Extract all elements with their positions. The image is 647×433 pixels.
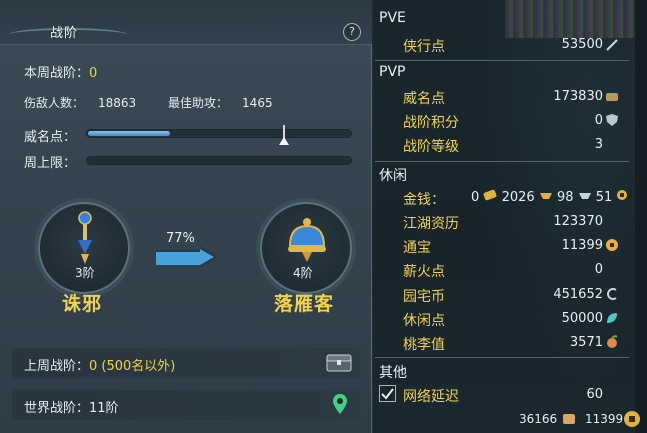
prestige-marker-icon [279, 125, 289, 145]
enemies-value: 18863 [98, 96, 137, 110]
money-values: 0 2026 98 51 [471, 189, 628, 205]
world-rank-label: 世界战阶： [24, 401, 90, 416]
gold-ingot-icon [483, 189, 497, 201]
stat-value-garden-coin: 451652 [553, 287, 603, 302]
stat-value-taoli: 3571 [569, 335, 603, 350]
panel-title: 战阶 [50, 26, 79, 41]
stats-panel: PVE 侠行点 53500 PVP 威名点 173830 战阶积分 0 战阶等级… [373, 0, 635, 433]
helmet-gem-icon [288, 218, 326, 262]
weekly-cap-label: 周上限： [24, 156, 77, 171]
enemies-stat: 伤敌人数： 18863 [24, 96, 150, 110]
sword-icon [606, 39, 618, 51]
left-emblem-level: 3阶 [75, 266, 95, 280]
stat-value-rank-level: 3 [594, 137, 603, 152]
money-copper2: 51 [595, 190, 613, 205]
stat-label-taoli: 桃李值 [403, 337, 445, 353]
weekly-rank-row: 本周战阶：0 [24, 62, 97, 81]
location-pin-icon[interactable] [332, 393, 348, 415]
stat-value-leisure-points: 50000 [561, 311, 603, 326]
shield-icon [606, 114, 618, 126]
sword-gem-icon [78, 211, 92, 264]
divider [375, 60, 629, 61]
stat-label-tongbao: 通宝 [403, 240, 431, 256]
assist-label: 最佳助攻： [168, 96, 229, 110]
assist-stat: 最佳助攻： 1465 [168, 96, 287, 110]
right-emblem-name: 落雁客 [274, 293, 335, 315]
panel-header: 战阶 ? [0, 0, 372, 45]
stat-label-leisure-points: 休闲点 [403, 313, 445, 329]
gold-boat-icon [539, 193, 552, 199]
scroll-icon [563, 414, 575, 424]
pvp-section-title: PVP [379, 64, 406, 80]
stat-label-rank-level: 战阶等级 [403, 139, 459, 155]
world-rank-row: 世界战阶：11阶 [24, 397, 119, 416]
enemies-label: 伤敌人数： [24, 96, 85, 110]
left-emblem-name: 诛邪 [62, 293, 103, 315]
rank-panel: 战阶 ? 本周战阶：0 伤敌人数： 18863 最佳助攻： 1465 威名点： 周上… [0, 0, 372, 433]
money-silver: 2026 [501, 190, 535, 205]
weekly-rank-value: 0 [89, 66, 98, 81]
last-week-value: 0 (500名以外) [89, 359, 176, 374]
stat-label-xinhuo: 薪火点 [403, 264, 445, 280]
prestige-bar [86, 129, 352, 138]
stat-value-rank-points: 0 [594, 113, 603, 128]
help-button[interactable]: ? [343, 23, 361, 41]
other-section-title: 其他 [379, 365, 407, 381]
latency-label: 网络延迟 [403, 389, 459, 405]
last-week-rank-row: 上周战阶：0 (500名以外) [24, 355, 175, 374]
money-copper1: 98 [556, 190, 574, 205]
assist-value: 1465 [242, 96, 273, 110]
checkmark-icon [381, 388, 394, 400]
latency-value: 60 [586, 387, 603, 402]
chest-icon[interactable] [326, 354, 352, 372]
footer-right-value: 11399 [585, 412, 624, 426]
latency-checkbox[interactable] [379, 385, 396, 402]
stat-value-xinhuo: 0 [594, 262, 603, 277]
divider [375, 357, 629, 358]
stat-label-rank-points: 战阶积分 [403, 115, 459, 131]
divider [375, 161, 629, 162]
weekly-rank-label: 本周战阶： [24, 66, 90, 81]
stat-value-xiaxing: 53500 [561, 37, 603, 52]
stat-label-xiaxing: 侠行点 [403, 39, 445, 55]
prestige-label: 威名点： [24, 130, 77, 145]
garden-coin-icon [607, 288, 617, 300]
combat-stats-row: 伤敌人数： 18863 最佳助攻： 1465 [24, 94, 301, 111]
tongbao-coin-icon [606, 239, 618, 251]
leisure-section-title: 休闲 [379, 168, 407, 184]
footer-coin-icon [624, 411, 640, 427]
silver-boat-icon [578, 193, 591, 199]
stat-label-prestige: 威名点 [403, 91, 445, 107]
scroll-track[interactable] [635, 0, 647, 433]
peach-icon [607, 335, 618, 348]
world-rank-value: 11阶 [89, 401, 119, 416]
upgrade-arrow-icon [156, 246, 218, 268]
stat-label-jianghu: 江湖资历 [403, 216, 459, 232]
prestige-token-icon [606, 93, 618, 101]
stat-value-jianghu: 123370 [553, 214, 603, 229]
footer-currency-row: 36166 11399 [373, 405, 647, 433]
stat-label-garden-coin: 园宅币 [403, 289, 445, 305]
footer-left-value: 36166 [519, 412, 558, 426]
leaf-icon [607, 313, 617, 323]
money-label: 金钱： [403, 192, 445, 208]
coin-icon [617, 190, 628, 200]
weekly-cap-bar [86, 156, 352, 165]
pve-section-title: PVE [379, 10, 406, 26]
prestige-bar-fill [88, 131, 170, 136]
right-emblem-level: 4阶 [293, 266, 313, 280]
last-week-label: 上周战阶： [24, 359, 90, 374]
money-gold: 0 [471, 190, 480, 205]
stat-value-tongbao: 11399 [561, 238, 603, 253]
upgrade-progress-percent: 77% [166, 231, 195, 246]
stat-value-prestige: 173830 [553, 89, 603, 104]
